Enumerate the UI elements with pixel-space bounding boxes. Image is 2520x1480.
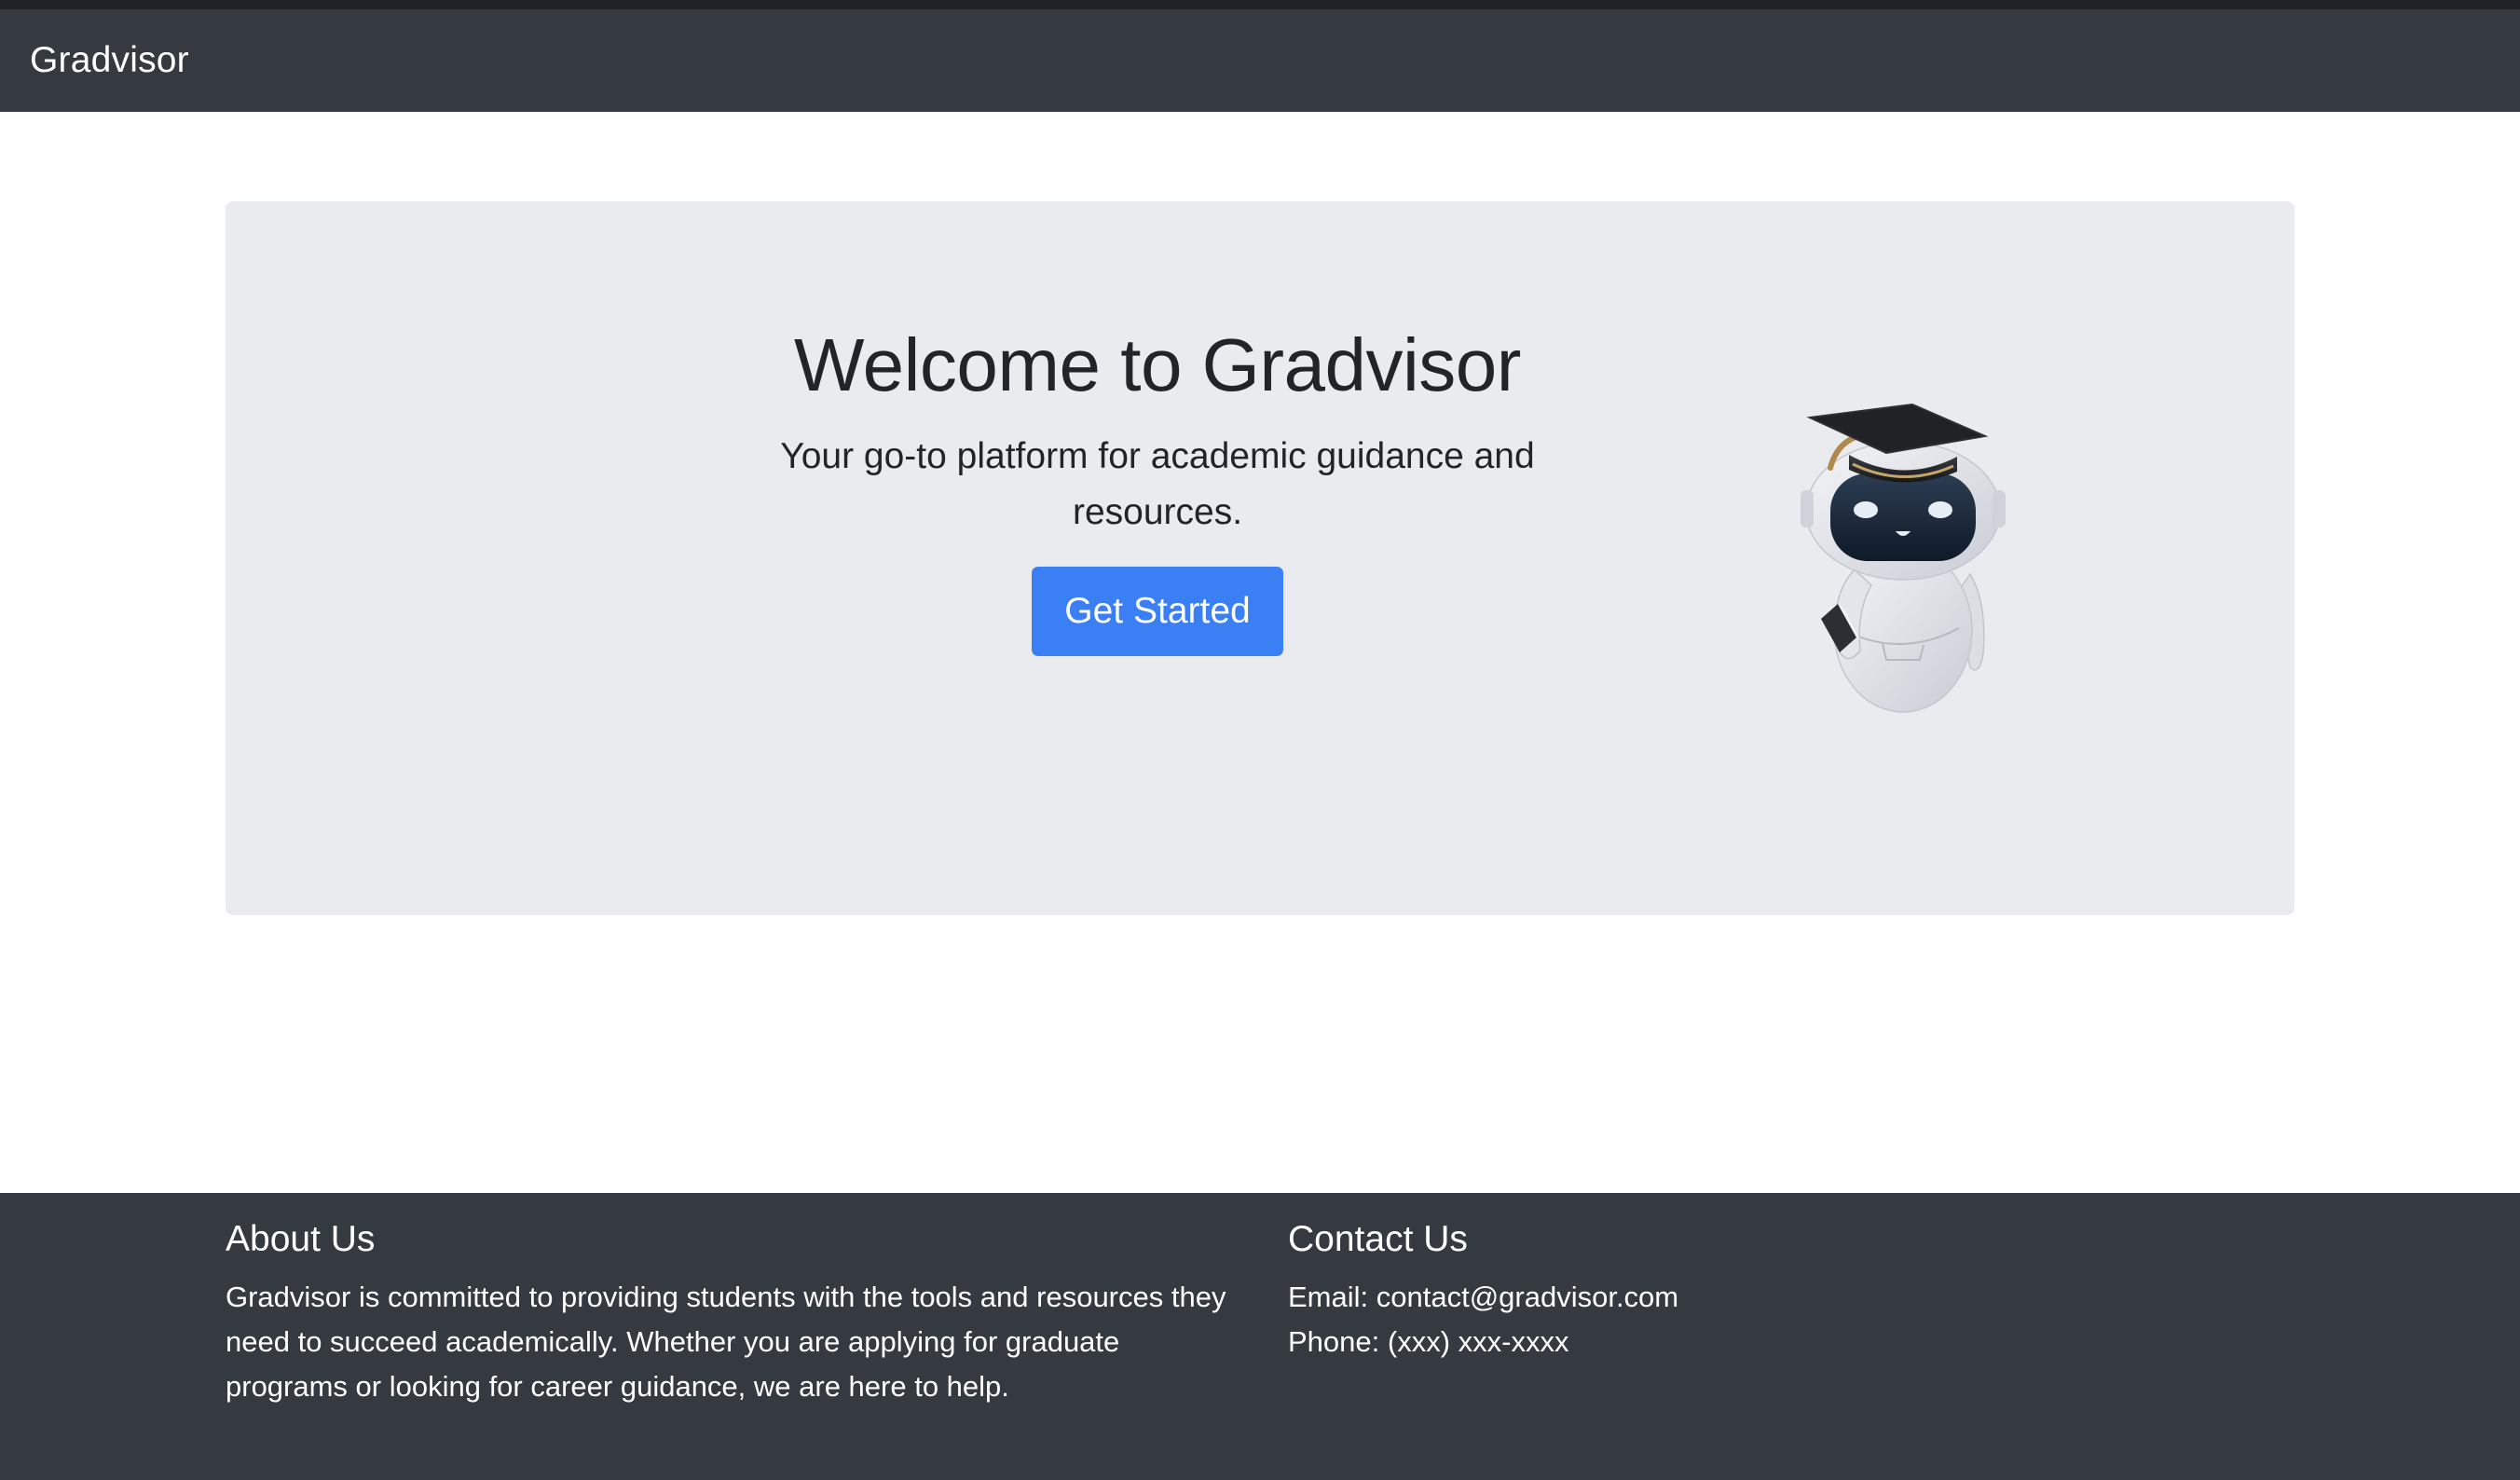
top-navbar: Gradvisor xyxy=(0,9,2520,112)
navbar-brand-link[interactable]: Gradvisor xyxy=(30,40,189,81)
contact-heading: Contact Us xyxy=(1288,1219,1468,1259)
contact-email: Email: contact@gradvisor.com xyxy=(1288,1281,1679,1313)
about-text: Gradvisor is committed to providing stud… xyxy=(226,1281,1226,1403)
hero-text-block: Welcome to Gradvisor Your go-to platform… xyxy=(692,313,1623,656)
hero-jumbotron: Welcome to Gradvisor Your go-to platform… xyxy=(226,201,2294,915)
contact-phone: Phone: (xxx) xxx-xxxx xyxy=(1288,1325,1569,1358)
footer-about-section: About Us Gradvisor is committed to provi… xyxy=(226,1213,1241,1409)
graduation-robot-icon xyxy=(1801,403,2006,713)
get-started-button[interactable]: Get Started xyxy=(1032,567,1283,656)
site-footer: About Us Gradvisor is committed to provi… xyxy=(0,1193,2520,1480)
footer-contact-section: Contact Us Email: contact@gradvisor.com … xyxy=(1288,1213,2127,1364)
hero-subtitle: Your go-to platform for academic guidanc… xyxy=(780,436,1535,532)
window-top-border xyxy=(0,0,2520,9)
hero-title: Welcome to Gradvisor xyxy=(794,323,1521,406)
about-heading: About Us xyxy=(226,1219,376,1259)
